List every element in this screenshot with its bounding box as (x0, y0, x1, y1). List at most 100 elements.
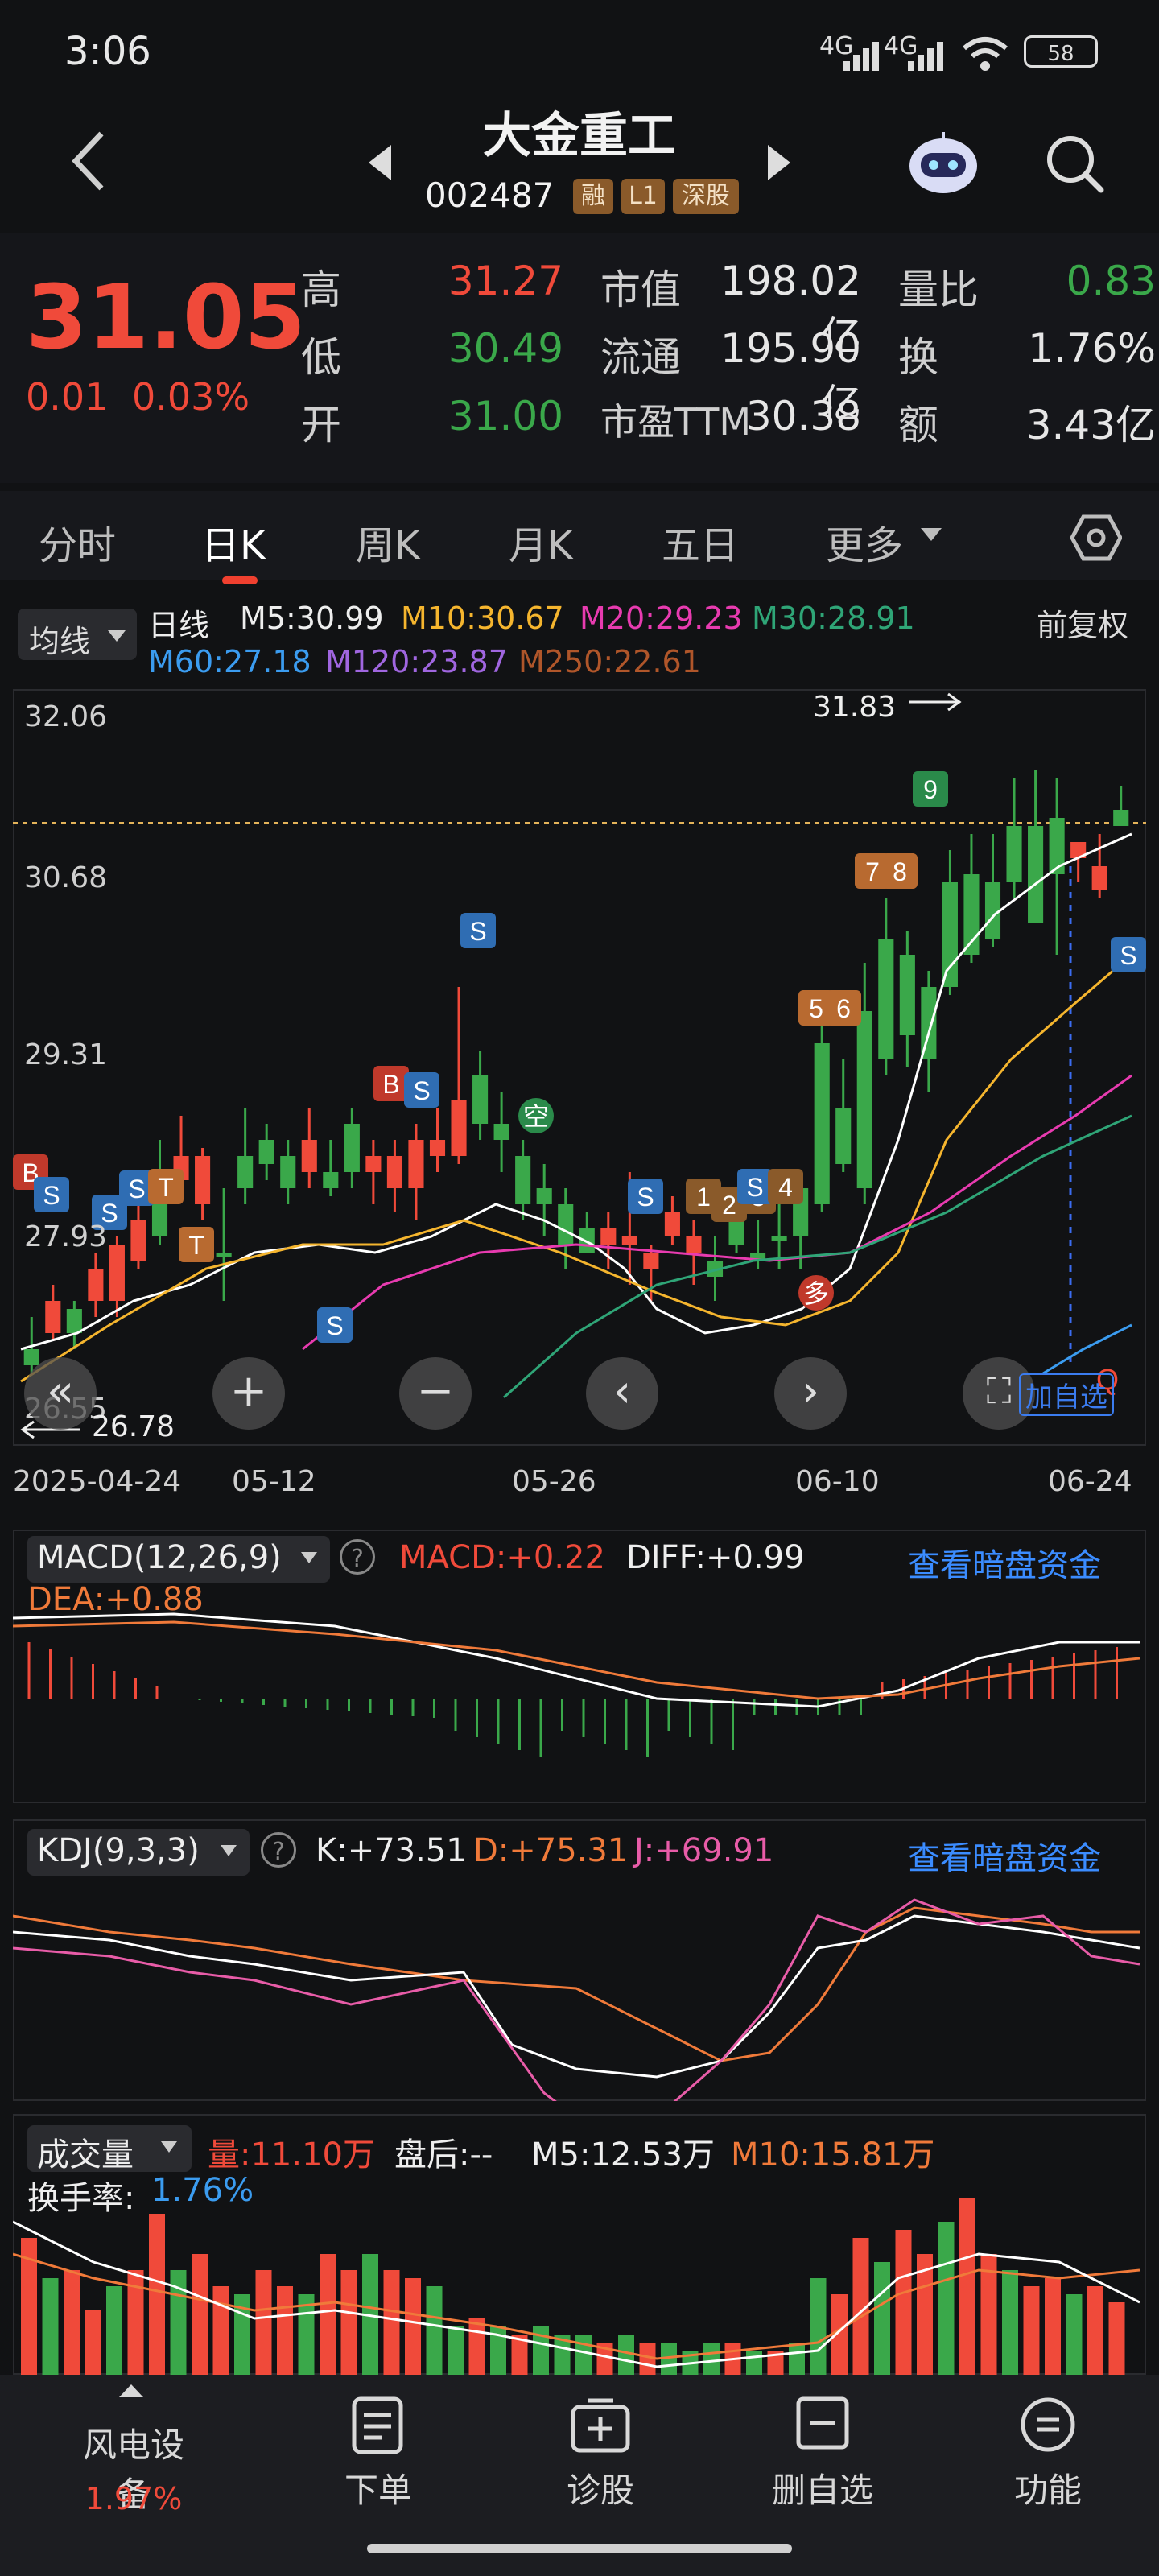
chevron-down-icon[interactable] (919, 525, 943, 544)
add-watchlist-button[interactable]: 加自选 (1019, 1373, 1114, 1416)
candle-body (664, 1212, 680, 1236)
zoom-in-button[interactable]: + (212, 1357, 285, 1430)
settings-hexagon-icon[interactable] (1070, 512, 1122, 564)
candle-body (109, 1245, 125, 1301)
candle-body (899, 955, 915, 1035)
candle-body (451, 1100, 467, 1156)
badge-sell-text: S (1120, 941, 1136, 970)
y-label-2: 30.68 (24, 861, 108, 894)
value-low: 30.49 (448, 325, 563, 372)
badge-num-text: 2 (722, 1191, 736, 1220)
volume-bar (575, 2334, 592, 2375)
tab-active-indicator (222, 576, 258, 584)
battery-icon: 58 (1024, 35, 1098, 68)
kline-chart[interactable]: BSSSTTSBSS空S123S4多56789SQ (13, 689, 1146, 1446)
function-menu-icon[interactable] (1019, 2396, 1077, 2454)
candle-body (472, 1075, 489, 1124)
chevron-down-icon[interactable] (159, 2140, 179, 2154)
j-value: J:+69.91 (634, 1832, 774, 1869)
nav-diagnose[interactable]: 诊股 (536, 2463, 665, 2512)
date-label-2: 05-12 (232, 1465, 316, 1498)
tab-daily-k[interactable]: 日K (201, 514, 265, 570)
y-label-1: 32.06 (24, 700, 108, 733)
candle-body (237, 1156, 254, 1188)
period-tabs (0, 491, 1159, 580)
high-mark-label: 31.83 (813, 691, 897, 724)
vol-m10-value: M10:15.81万 (731, 2136, 935, 2174)
candle-body (942, 882, 958, 987)
badge-num-text: 1 (696, 1183, 711, 1212)
tab-monthly-k[interactable]: 月K (509, 514, 572, 570)
current-price: 31.05 (26, 266, 306, 369)
d-value: D:+75.31 (473, 1832, 629, 1869)
volume-bar (64, 2270, 80, 2375)
candle-body (728, 1220, 744, 1245)
candles (23, 770, 1129, 1373)
value-high: 31.27 (448, 258, 563, 304)
candle-body (771, 1236, 787, 1241)
volume-bar (340, 2270, 357, 2375)
macd-chart (13, 1612, 1140, 1757)
candle-body (258, 1140, 274, 1164)
candle-body (45, 1301, 61, 1333)
ma60-value: M60:27.18 (148, 644, 311, 679)
adjust-mode[interactable]: 前复权 (1037, 601, 1128, 645)
remove-watchlist-icon[interactable] (795, 2396, 850, 2450)
dark-pool-link[interactable]: 查看暗盘资金 (908, 1539, 1101, 1586)
candle-body (23, 1349, 39, 1365)
home-indicator[interactable] (367, 2544, 792, 2553)
nav-order[interactable]: 下单 (314, 2463, 443, 2512)
volume-select-label: 成交量 (37, 2136, 134, 2174)
badge-sell-text: S (637, 1183, 654, 1212)
badge-sell-text: S (413, 1076, 430, 1105)
candle-body (835, 1108, 852, 1164)
ma-period: 日线 (148, 608, 210, 643)
status-time: 3:06 (64, 29, 151, 74)
candle-body (386, 1156, 402, 1188)
chevron-down-icon[interactable] (219, 1843, 238, 1858)
stock-code: 002487 (425, 175, 555, 215)
dark-pool-link-2[interactable]: 查看暗盘资金 (908, 1832, 1101, 1879)
scroll-right-button[interactable]: › (774, 1357, 847, 1430)
diff-value: DIFF:+0.99 (626, 1539, 805, 1576)
candle-body (814, 1043, 830, 1204)
chevron-down-icon[interactable] (106, 628, 127, 644)
chevron-down-icon[interactable] (299, 1550, 319, 1565)
badge-sell-text: S (469, 917, 486, 946)
ma5-value: M5:30.99 (240, 601, 384, 636)
candle-body (643, 1253, 659, 1269)
scroll-left-button[interactable]: ‹ (586, 1357, 658, 1430)
tab-intraday[interactable]: 分时 (39, 514, 116, 570)
price-change-pct: 0.03% (132, 375, 250, 419)
kdj-chart (13, 1898, 1140, 2101)
volume-bar (106, 2286, 122, 2375)
search-icon[interactable] (1043, 132, 1107, 196)
candle-body (1006, 826, 1022, 882)
caret-up-icon[interactable] (118, 2383, 145, 2399)
diagnose-icon[interactable] (568, 2396, 633, 2455)
scroll-left-far-button[interactable]: « (24, 1357, 97, 1430)
next-stock-icon[interactable] (768, 145, 790, 180)
label-float-cap: 流通 (600, 334, 681, 381)
badge-num-text: 8 (893, 857, 907, 886)
candle-body (301, 1140, 317, 1172)
order-icon[interactable] (349, 2396, 406, 2455)
tab-more[interactable]: 更多 (826, 514, 903, 570)
volume-bar (959, 2198, 975, 2375)
candle-body (600, 1228, 617, 1245)
robot-assistant-icon[interactable] (906, 129, 980, 196)
help-icon[interactable]: ? (340, 1539, 375, 1575)
ma-select-label: 均线 (29, 624, 91, 659)
nav-remove-watchlist[interactable]: 删自选 (758, 2463, 887, 2512)
volume-bar (192, 2254, 208, 2375)
zoom-out-button[interactable]: − (399, 1357, 472, 1430)
tab-five-day[interactable]: 五日 (662, 514, 739, 570)
candle-body (408, 1140, 424, 1188)
volume-chart (13, 2198, 1140, 2375)
nav-functions[interactable]: 功能 (984, 2463, 1112, 2512)
help-icon[interactable]: ? (261, 1832, 296, 1868)
tab-weekly-k[interactable]: 周K (356, 514, 419, 570)
vol-m5-value: M5:12.53万 (531, 2136, 715, 2174)
candle-body (1091, 866, 1107, 890)
volume-bar (789, 2343, 805, 2375)
